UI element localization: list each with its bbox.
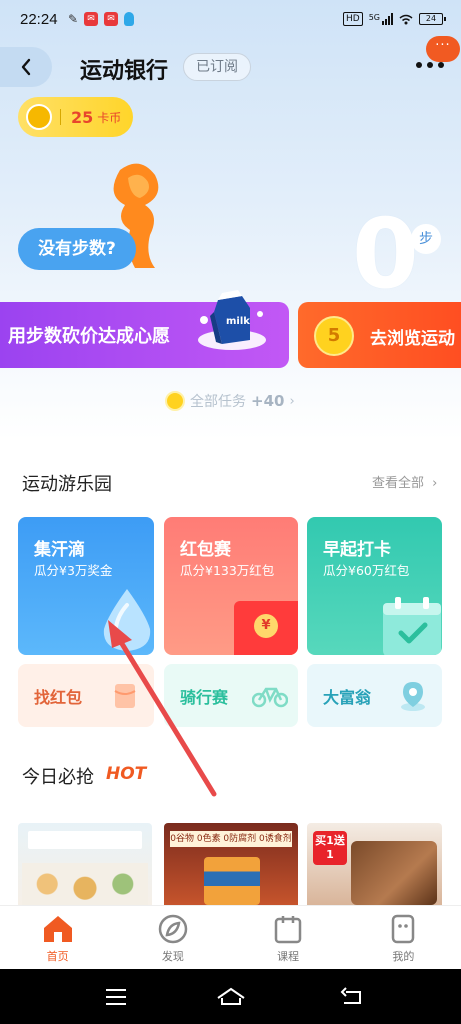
compass-icon	[158, 914, 188, 944]
tab-label: 首页	[46, 950, 69, 963]
sweat-drop-card[interactable]: 集汗滴 瓜分¥3万奖金	[18, 517, 154, 655]
card-subtitle: 瓜分¥60万红包	[323, 563, 410, 578]
app-notify-icon: ✉	[84, 12, 99, 26]
envelope-seal: ¥	[254, 614, 278, 638]
back-nav-icon[interactable]	[340, 986, 364, 1006]
network-label: 5G	[368, 13, 380, 22]
card-subtitle: 瓜分¥3万奖金	[34, 563, 113, 578]
dot-icon	[427, 62, 433, 68]
coin-icon	[165, 391, 185, 411]
bicycle-icon	[252, 687, 288, 708]
red-packet-icon	[114, 684, 136, 708]
calendar-check-icon	[383, 597, 441, 655]
app-notify-icon: ✉	[104, 12, 119, 26]
notification-icons: ✎ ✉ ✉	[68, 12, 135, 26]
browse-sport-banner[interactable]: 5 去浏览运动	[298, 302, 461, 368]
card-subtitle: 瓜分¥133万红包	[180, 563, 275, 578]
chevron-left-icon	[21, 58, 31, 76]
subscribe-button[interactable]: 已订阅	[183, 53, 251, 81]
location-pin-icon	[401, 682, 425, 711]
coin-value: 25	[71, 107, 94, 127]
dot-icon	[438, 62, 444, 68]
milk-carton-icon: milk	[198, 290, 266, 350]
card-title: 集汗滴	[34, 540, 85, 560]
home-nav-icon[interactable]	[216, 986, 246, 1006]
see-all-link[interactable]: 查看全部 ›	[372, 472, 437, 491]
milk-label: milk	[226, 316, 250, 327]
bargain-banner[interactable]: 用步数砍价达成心愿 milk	[0, 290, 289, 368]
tab-courses[interactable]: 课程	[231, 906, 346, 969]
battery-icon: 24	[419, 13, 446, 25]
card-title: 红包赛	[180, 540, 231, 560]
promo-tag: 买1送1	[313, 831, 347, 865]
water-drop-icon	[103, 589, 151, 651]
hd-icon: HD	[343, 12, 363, 26]
home-icon	[43, 916, 72, 942]
product-image	[351, 841, 437, 905]
reward-coin: 5	[314, 316, 354, 356]
system-nav-bar	[0, 969, 461, 1024]
notification-badge[interactable]: ···	[426, 36, 460, 62]
tab-me[interactable]: 我的	[346, 906, 461, 969]
tab-label: 发现	[161, 950, 184, 963]
product-image	[204, 857, 260, 905]
card-label: 大富翁	[323, 688, 372, 707]
tab-label: 课程	[277, 950, 300, 963]
coin-icon	[26, 104, 52, 130]
product-tag: 0谷物 0色素 0防腐剂 0诱食剂	[170, 831, 292, 847]
divider	[60, 109, 61, 125]
find-red-packet-card[interactable]: 找红包	[18, 664, 154, 727]
red-packet-race-card[interactable]: 红包赛 瓜分¥133万红包 ¥	[164, 517, 298, 655]
coin-balance[interactable]: 25 卡币	[18, 97, 133, 137]
product-card[interactable]: 0谷物 0色素 0防腐剂 0诱食剂	[164, 823, 298, 905]
hot-badge: HOT	[106, 764, 147, 784]
red-envelope-icon: ¥	[234, 601, 298, 655]
signal-icon: 5G	[369, 13, 393, 25]
tab-home[interactable]: 首页	[0, 906, 115, 969]
morning-checkin-card[interactable]: 早起打卡 瓜分¥60万红包	[307, 517, 442, 655]
card-label: 骑行赛	[180, 688, 229, 707]
all-tasks-bonus: +40	[251, 392, 285, 410]
product-card[interactable]	[18, 823, 152, 905]
browse-sport-text: 去浏览运动	[370, 329, 455, 349]
chevron-right-icon: ›	[289, 393, 295, 409]
qq-icon	[124, 12, 135, 26]
tab-label: 我的	[392, 950, 415, 963]
card-title: 早起打卡	[323, 540, 391, 560]
app-notify-icon: ✎	[68, 12, 79, 26]
no-steps-button[interactable]: 没有步数?	[18, 228, 136, 270]
all-tasks-label: 全部任务	[190, 394, 246, 410]
tab-discover[interactable]: 发现	[115, 906, 230, 969]
page-title: 运动银行	[80, 59, 169, 84]
back-button[interactable]	[0, 47, 52, 87]
all-tasks-link[interactable]: 全部任务 +40 ›	[165, 389, 295, 413]
system-icons: HD 5G 24	[343, 12, 446, 26]
product-image	[28, 831, 142, 849]
step-count: 0	[352, 198, 419, 310]
product-image	[22, 863, 148, 905]
card-label: 找红包	[34, 688, 83, 707]
today-title: 今日必抢	[22, 767, 94, 788]
product-card[interactable]: 买1送1	[307, 823, 442, 905]
menu-icon[interactable]	[104, 988, 128, 1006]
coin-unit: 卡币	[97, 110, 122, 125]
cycling-race-card[interactable]: 骑行赛	[164, 664, 298, 727]
monopoly-card[interactable]: 大富翁	[307, 664, 442, 727]
chevron-right-icon: ›	[432, 476, 438, 491]
step-unit: 步	[411, 224, 441, 254]
tab-bar: 首页 发现 课程 我的	[0, 905, 461, 969]
bargain-banner-text: 用步数砍价达成心愿	[8, 326, 170, 347]
playground-title: 运动游乐园	[22, 474, 112, 495]
dot-icon	[416, 62, 422, 68]
calendar-icon	[274, 916, 302, 944]
see-all-label: 查看全部	[372, 476, 425, 491]
status-time: 22:24	[20, 11, 58, 28]
wifi-icon	[399, 14, 413, 24]
status-bar: 22:24 ✎ ✉ ✉ HD 5G 24	[0, 0, 461, 40]
profile-icon	[392, 914, 415, 944]
